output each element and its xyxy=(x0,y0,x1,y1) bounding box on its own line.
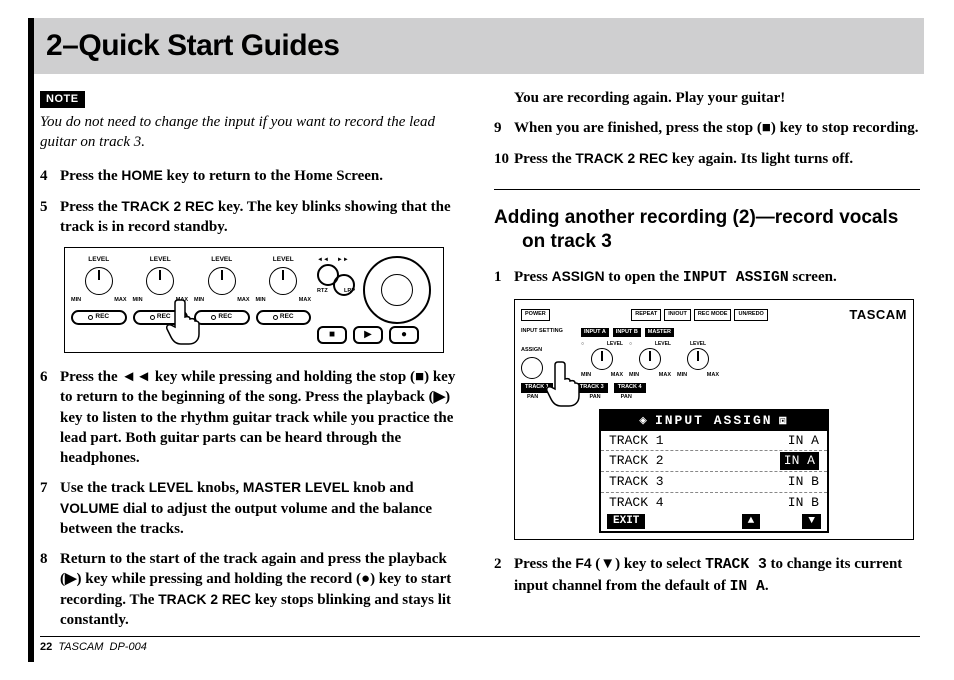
brand-logo: TASCAM xyxy=(849,306,907,324)
screen-row: TRACK 1IN A xyxy=(601,431,827,452)
up-softkey: ▲ xyxy=(742,514,761,529)
recmode-label: REC MODE xyxy=(694,309,732,320)
repeat-label: REPEAT xyxy=(631,309,661,320)
device-diagram: POWER REPEAT IN/OUT REC MODE UN/REDO TAS… xyxy=(514,299,914,540)
rec-key-icon: ● xyxy=(389,326,419,344)
screen-row: TRACK 2IN A xyxy=(601,451,827,472)
step-7: 7Use the track LEVEL knobs, MASTER LEVEL… xyxy=(40,478,466,539)
speaker-icon: ◈ xyxy=(639,412,649,430)
play-key-icon: ▶ xyxy=(353,326,383,344)
left-column: NOTE You do not need to change the input… xyxy=(40,88,466,640)
rec-button-3: REC xyxy=(194,310,250,325)
left-steps: 4 Press the HOME key to return to the Ho… xyxy=(40,166,466,237)
input-b-label: INPUT B xyxy=(613,328,641,337)
assign-label: ASSIGN xyxy=(521,347,577,354)
track1-label: TRACK 1 xyxy=(521,383,553,392)
inout-label: IN/OUT xyxy=(664,309,691,320)
step-8: 8Return to the start of the track again … xyxy=(40,549,466,630)
page-title: 2–Quick Start Guides xyxy=(46,29,339,63)
assign-button xyxy=(521,357,543,379)
step-5: 5 Press the TRACK 2 REC key. The key bli… xyxy=(40,197,466,238)
unredo-label: UN/REDO xyxy=(734,309,767,320)
screen-row: TRACK 3IN B xyxy=(601,472,827,493)
title-bar: 2–Quick Start Guides xyxy=(34,18,924,74)
lcd-screen: ◈INPUT ASSIGN⧈ TRACK 1IN ATRACK 2IN ATRA… xyxy=(599,409,829,533)
screen-row: TRACK 4IN B xyxy=(601,493,827,513)
section-divider xyxy=(494,189,920,190)
track4-label: TRACK 4 xyxy=(614,383,646,392)
page-footer: 22 TASCAM DP-004 xyxy=(40,636,920,653)
track3-label: TRACK 3 xyxy=(576,383,608,392)
battery-icon: ⧈ xyxy=(779,412,789,430)
left-steps-cont: 6Press the ◄◄ key while pressing and hol… xyxy=(40,367,466,630)
exit-softkey: EXIT xyxy=(607,514,645,529)
rec-button-4: REC xyxy=(256,310,312,325)
step-6: 6Press the ◄◄ key while pressing and hol… xyxy=(40,367,466,468)
note-text: You do not need to change the input if y… xyxy=(40,112,466,153)
step-9: 9When you are finished, press the stop (… xyxy=(494,118,920,138)
track-knob-diagram: LEVELMINMAX LEVELMINMAX LEVELMINMAX LEVE… xyxy=(64,247,444,353)
right-column: You are recording again. Play your guita… xyxy=(494,88,920,640)
rec-button-2: REC xyxy=(133,310,189,325)
down-softkey: ▼ xyxy=(802,514,821,529)
left-black-bar xyxy=(28,18,34,662)
vocal-step-2: 2Press the F4 (▼) key to select TRACK 3 … xyxy=(494,554,920,598)
step-4: 4 Press the HOME key to return to the Ho… xyxy=(40,166,466,186)
jog-dial xyxy=(363,256,431,324)
power-button-label: POWER xyxy=(521,309,550,320)
step-10: 10Press the TRACK 2 REC key again. Its l… xyxy=(494,149,920,169)
subheading: Adding another recording (2)—record voca… xyxy=(494,206,920,254)
vocal-step-1: 1Press ASSIGN to open the INPUT ASSIGN s… xyxy=(494,267,920,289)
rec-button-1: REC xyxy=(71,310,127,325)
input-setting-label: INPUT SETTING xyxy=(521,328,577,335)
stop-key-icon: ■ xyxy=(317,326,347,344)
note-tag: NOTE xyxy=(40,91,85,108)
recording-lead-text: You are recording again. Play your guita… xyxy=(494,88,920,108)
input-a-label: INPUT A xyxy=(581,328,609,337)
master-label: MASTER xyxy=(645,328,674,337)
